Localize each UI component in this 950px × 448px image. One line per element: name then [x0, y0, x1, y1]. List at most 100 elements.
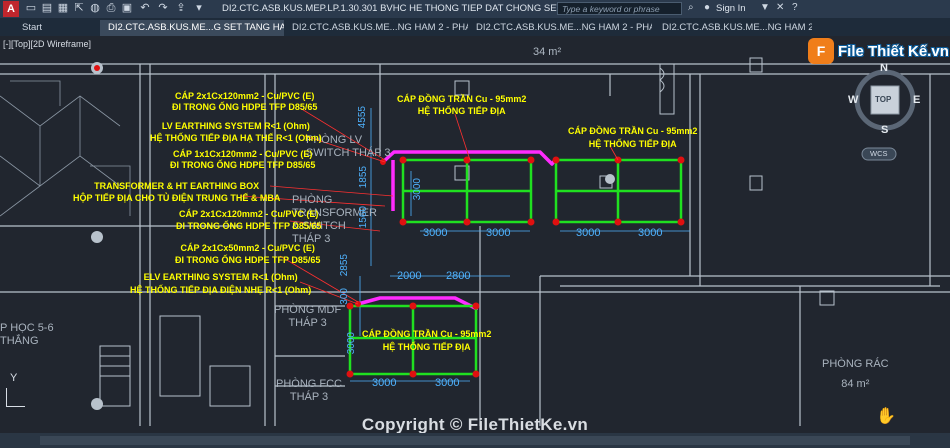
share-icon[interactable]: ⇪ [174, 1, 188, 15]
drawing-canvas[interactable]: [-][Top][2D Wireframe] Y N S E W TOP WCS… [0, 36, 950, 448]
copyright-watermark: Copyright © FileThietKe.vn [361, 415, 589, 434]
room-fcc: PHÒNG FCC THÁP 3 [276, 378, 342, 404]
note-text: CÁP 2x1Cx50mm2 - Cu/PVC (E) [180, 243, 315, 253]
viewcube-top-face[interactable]: TOP [875, 95, 891, 104]
dim-text: 3000 [486, 227, 511, 239]
dim-text: 3000 [576, 227, 601, 239]
room-rac-l2: 84 m² [841, 378, 870, 390]
dim-text: 2000 [397, 270, 422, 282]
note-text: HỘP TIẾP ĐỊA CHO TỦ ĐIỆN TRUNG THẾ & MBA [73, 193, 281, 203]
tab-drawing-4[interactable]: DI2.CTC.ASB.KUS.ME...NG HAM 2 - PHA [654, 20, 812, 36]
redo-icon[interactable]: ↷ [156, 1, 170, 15]
dim-text: 2800 [446, 270, 471, 282]
compass-s[interactable]: S [881, 124, 888, 136]
help-icon[interactable]: ? [792, 2, 798, 13]
note-text: ĐI TRONG ỐNG HDPE TFP D85/65 [176, 221, 322, 231]
earthing-grid-2 [554, 158, 683, 224]
note-text: HỆ THỐNG TIẾP ĐỊA ĐIỆN NHẸ R<1 (Ohm) [130, 285, 312, 295]
room-fcc-l2: THÁP 3 [289, 391, 329, 403]
web-icon[interactable]: ◍ [88, 1, 102, 15]
more-icon[interactable]: ▾ [192, 1, 206, 15]
ucs-origin-icon [94, 65, 100, 71]
room-fcc-l1: PHÒNG FCC [276, 378, 342, 390]
room-rac: PHÒNG RÁC 84 m² [822, 354, 889, 394]
dim-text: 4555 [357, 106, 368, 129]
command-line[interactable] [0, 433, 950, 448]
room-mdf-l2: THÁP 3 [288, 317, 327, 329]
file-tab-bar: Start DI2.CTC.ASB.KUS.ME...G SET TANG HA… [0, 18, 950, 36]
user-icon[interactable]: ● [704, 2, 710, 13]
note-cable-2: CÁP 1x1Cx120mm2 - Cu/PVC (E) ĐI TRONG ỐNG… [170, 149, 315, 171]
note-text: ĐI TRONG ỐNG HDPE TFP D85/65 [172, 102, 318, 112]
note-text: TRANSFORMER & HT EARTHING BOX [94, 181, 260, 191]
viewcube[interactable] [854, 69, 916, 161]
search-input[interactable]: Type a keyword or phrase [557, 2, 682, 15]
exchange-icon[interactable]: ✕ [776, 2, 784, 13]
dim-text: 3000 [412, 178, 423, 201]
autocad-logo-icon[interactable]: A [3, 1, 19, 17]
note-text: HỆ THỐNG TIẾP ĐỊA [417, 106, 506, 116]
save-as-icon[interactable]: ▦ [56, 1, 70, 15]
note-text: CÁP ĐỒNG TRẦN Cu - 95mm2 [362, 329, 492, 339]
note-text: HỆ THỐNG TIẾP ĐỊA [588, 139, 677, 149]
note-text: CÁP ĐỒNG TRẦN Cu - 95mm2 [397, 94, 527, 104]
note-cable-4: CÁP 2x1Cx50mm2 - Cu/PVC (E) ĐI TRONG ỐNG … [175, 242, 320, 266]
save-icon[interactable]: ▤ [40, 1, 54, 15]
filethietke-logo: F File Thiết Kế.vn [808, 38, 949, 64]
dim-text: 300 [339, 288, 350, 305]
command-input[interactable] [40, 436, 910, 445]
dim-text: 3000 [346, 332, 357, 355]
viewport-label[interactable]: [-][Top][2D Wireframe] [3, 39, 91, 49]
note-cable-3: CÁP 2x1Cx120mm2 - Cu/PVC (E) ĐI TRONG ỐNG… [176, 208, 321, 232]
dim-text: 2855 [339, 254, 350, 277]
export-icon[interactable]: ⇱ [72, 1, 86, 15]
room-hoc: P HỌC 5-6 THẮNG [0, 322, 54, 348]
room-lv-sub: SWITCH THÁP 3 [306, 147, 391, 159]
undo-icon[interactable]: ↶ [138, 1, 152, 15]
compass-e[interactable]: E [913, 94, 920, 106]
tab-drawing-1[interactable]: DI2.CTC.ASB.KUS.ME...G SET TANG HAM 2*× [100, 20, 284, 36]
plot-icon[interactable]: ▣ [120, 1, 134, 15]
note-text: CÁP ĐỒNG TRẦN Cu - 95mm2 [568, 126, 698, 136]
grid-bubble [91, 231, 103, 243]
filethietke-logo-text: File Thiết Kế.vn [838, 42, 949, 60]
note-copper-2: CÁP ĐỒNG TRẦN Cu - 95mm2 HỆ THỐNG TIẾP ĐỊ… [568, 125, 697, 151]
cable-routes [357, 150, 557, 310]
wcs-menu[interactable]: WCS [870, 149, 888, 158]
grid-bubble [91, 398, 103, 410]
title-bar: A ▭ ▤ ▦ ⇱ ◍ ⎙ ▣ ↶ ↷ ⇪ ▾ DI2.CTC.ASB.KUS.… [0, 0, 950, 18]
note-text: ELV EARTHING SYSTEM R<1 (Ohm) [143, 272, 298, 282]
room-hoc-l2: THẮNG [0, 335, 39, 347]
room-mdf-l1: PHÒNG MDF [274, 304, 342, 316]
tab-start[interactable]: Start [14, 20, 104, 36]
tab-drawing-2[interactable]: DI2.CTC.ASB.KUS.ME...NG HAM 2 - PHAN 1*× [284, 20, 468, 36]
note-text: CÁP 2x1Cx120mm2 - Cu/PVC (E) [174, 91, 315, 101]
sign-in-button[interactable]: Sign In [716, 3, 746, 14]
compass-w[interactable]: W [848, 94, 858, 106]
grid-bubble [605, 174, 615, 184]
ucs-icon [6, 388, 25, 407]
note-transformer: TRANSFORMER & HT EARTHING BOX HỘP TIẾP ĐỊ… [73, 180, 280, 204]
note-text: LV EARTHING SYSTEM R<1 (Ohm) [161, 121, 310, 131]
ucs-y-label: Y [10, 372, 18, 384]
note-text: ĐI TRONG ỐNG HDPE TFP D85/65 [175, 255, 321, 265]
print-icon[interactable]: ⎙ [104, 1, 118, 15]
tab-label: DI2.CTC.ASB.KUS.ME...G SET TANG HAM 2* [108, 22, 284, 33]
note-lv-earthing: LV EARTHING SYSTEM R<1 (Ohm) HỆ THỐNG TIẾ… [150, 120, 322, 144]
cart-icon[interactable]: ▼ [760, 2, 770, 13]
dim-text: 3000 [423, 227, 448, 239]
tab-label: DI2.CTC.ASB.KUS.ME...NG HAM 2 - PHA [662, 22, 812, 33]
open-icon[interactable]: ▭ [24, 1, 38, 15]
pan-hand-cursor-icon: ✋ [876, 408, 896, 425]
dim-text: 3000 [638, 227, 663, 239]
note-copper-3: CÁP ĐỒNG TRẦN Cu - 95mm2 HỆ THỐNG TIẾP ĐỊ… [362, 328, 491, 354]
room-mdf: PHÒNG MDF THÁP 3 [274, 304, 341, 330]
tab-label: DI2.CTC.ASB.KUS.ME...NG HAM 2 - PHAN 2* [476, 22, 652, 33]
binoculars-icon[interactable]: ⌕ [688, 2, 694, 13]
dim-text: 1560 [358, 206, 369, 229]
note-text: HỆ THỐNG TIẾP ĐỊA HẠ THẾ R<1 (Ohm) [150, 133, 322, 143]
tab-drawing-3[interactable]: DI2.CTC.ASB.KUS.ME...NG HAM 2 - PHAN 2*× [468, 20, 652, 36]
note-cable-1: CÁP 2x1Cx120mm2 - Cu/PVC (E) ĐI TRONG ỐNG… [172, 91, 317, 113]
filethietke-logo-icon: F [808, 38, 834, 64]
note-elv-earthing: ELV EARTHING SYSTEM R<1 (Ohm) HỆ THỐNG TI… [130, 271, 311, 297]
